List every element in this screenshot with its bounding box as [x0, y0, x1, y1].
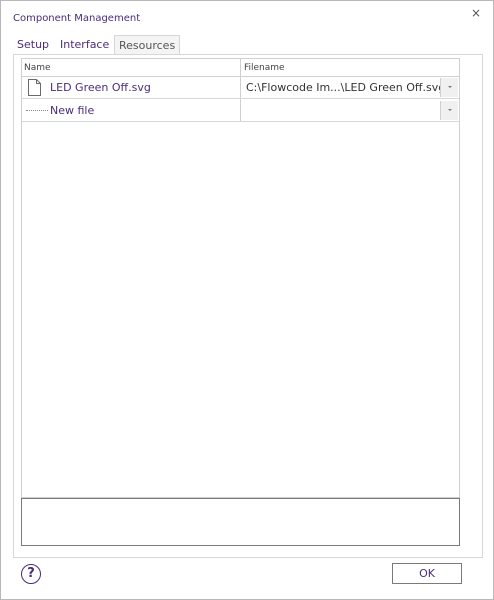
tab-bar: Setup Interface Resources [13, 35, 483, 55]
dialog-title: Component Management [13, 13, 141, 24]
tree-connector [26, 110, 48, 111]
resources-grid: Name Filename LED Green Off.svg C:\Flowc… [21, 58, 460, 498]
tab-setup[interactable]: Setup [13, 35, 53, 54]
ok-button[interactable]: OK [392, 563, 462, 584]
close-icon[interactable]: × [469, 6, 483, 20]
column-header-name[interactable]: Name [22, 59, 240, 77]
new-file-label[interactable]: New file [50, 100, 238, 121]
resource-filename[interactable]: C:\Flowcode Im...\LED Green Off.svg [246, 77, 440, 98]
filename-dropdown-button[interactable] [440, 78, 458, 97]
resources-panel: Name Filename LED Green Off.svg C:\Flowc… [13, 54, 483, 558]
table-row[interactable]: New file [22, 100, 459, 122]
description-box [21, 498, 460, 546]
new-file-filename[interactable] [246, 100, 440, 121]
new-file-dropdown-button[interactable] [440, 101, 458, 120]
resource-name[interactable]: LED Green Off.svg [50, 77, 238, 98]
column-header-filename[interactable]: Filename [242, 59, 460, 77]
component-management-dialog: Component Management × Setup Interface R… [0, 0, 494, 600]
help-icon[interactable]: ? [21, 564, 41, 584]
tab-resources[interactable]: Resources [114, 35, 181, 55]
file-icon [28, 77, 42, 98]
table-row[interactable]: LED Green Off.svg C:\Flowcode Im...\LED … [22, 77, 459, 99]
tab-interface[interactable]: Interface [56, 35, 113, 54]
